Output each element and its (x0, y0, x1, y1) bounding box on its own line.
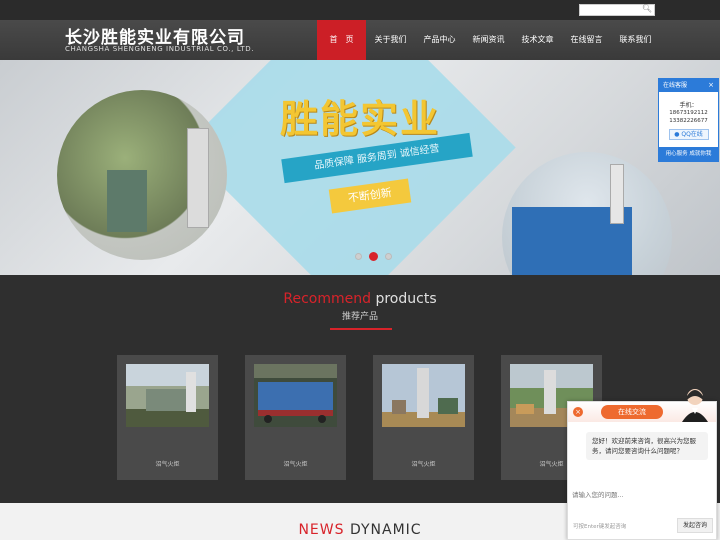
nav-message[interactable]: 在线留言 (562, 20, 611, 60)
product-image[interactable] (382, 364, 465, 427)
recommend-underline (330, 328, 392, 330)
recommend-heading: Recommend products 推荐产品 (0, 291, 720, 322)
news-title-rest: DYNAMIC (344, 522, 422, 538)
hero-banner[interactable]: 胜能实业 品质保障 服务周到 诚信经营 不断创新 (0, 60, 720, 275)
carousel-dot[interactable] (355, 253, 362, 260)
service-phone-2: 13382226677 (669, 118, 708, 124)
carousel-dot-active[interactable] (369, 252, 378, 261)
chat-hint: 可按Enter键发起咨询 (573, 524, 627, 530)
online-service-panel: 在线客服 × 手机： 18673192112 13382226677 ● QQ在… (658, 78, 719, 162)
product-image[interactable] (254, 364, 337, 427)
recommend-subtitle: 推荐产品 (341, 312, 378, 322)
recommend-title-rest: products (371, 291, 437, 307)
product-name[interactable]: 沼气火炬 (373, 459, 474, 468)
nav-about[interactable]: 关于我们 (366, 20, 415, 60)
chat-send-button[interactable]: 发起咨询 (677, 518, 713, 533)
top-bar: 🔍︎ (0, 0, 720, 20)
service-footer: 用心服务 成就你我 (659, 147, 718, 161)
banner-photo-left (57, 90, 227, 260)
carousel-dot[interactable] (385, 253, 392, 260)
product-name[interactable]: 沼气火炬 (245, 459, 346, 468)
logo-english: CHANGSHA SHENGNENG INDUSTRIAL CO., LTD. (65, 45, 255, 53)
service-phone-label: 手机： (679, 102, 698, 109)
banner-title: 胜能实业 (280, 97, 441, 141)
nav-home[interactable]: 首 页 (317, 20, 366, 60)
chat-input[interactable] (572, 489, 712, 501)
search-icon[interactable]: 🔍︎ (642, 4, 652, 13)
chat-greeting: 您好！欢迎前来咨询，很高兴为您服务，请问您要咨询什么问题呢？ (586, 432, 708, 460)
close-icon[interactable]: × (708, 79, 714, 92)
recommend-title-red: Recommend (283, 291, 372, 307)
chat-tab[interactable]: 在线交流 (601, 405, 663, 419)
chat-widget: × 在线交流 您好！欢迎前来咨询，很高兴为您服务，请问您要咨询什么问题呢？ 可按… (567, 389, 717, 540)
product-card[interactable]: 沼气火炬 (373, 355, 474, 480)
product-image[interactable] (126, 364, 209, 427)
carousel-dots (355, 252, 392, 261)
product-card[interactable]: 沼气火炬 (245, 355, 346, 480)
search-box[interactable]: 🔍︎ (579, 4, 655, 16)
nav-contact[interactable]: 联系我们 (611, 20, 660, 60)
service-phone-1: 18673192112 (669, 110, 708, 116)
qq-online-button[interactable]: ● QQ在线 (668, 129, 709, 140)
qq-label: QQ在线 (681, 131, 703, 138)
service-title: 在线客服 (663, 82, 688, 89)
tower-shape (187, 128, 209, 228)
chat-header: × 在线交流 (568, 389, 716, 422)
news-title-red: NEWS (298, 522, 345, 538)
main-nav: 首 页 关于我们 产品中心 新闻资讯 技术文章 在线留言 联系我们 (317, 20, 660, 60)
nav-products[interactable]: 产品中心 (415, 20, 464, 60)
product-card[interactable]: 沼气火炬 (117, 355, 218, 480)
product-name[interactable]: 沼气火炬 (117, 459, 218, 468)
close-icon[interactable]: × (573, 407, 583, 417)
banner-photo-right (502, 152, 672, 275)
stack-shape (610, 164, 624, 224)
nav-tech-articles[interactable]: 技术文章 (513, 20, 562, 60)
site-header: 长沙胜能实业有限公司 CHANGSHA SHENGNENG INDUSTRIAL… (0, 20, 720, 60)
nav-news[interactable]: 新闻资讯 (464, 20, 513, 60)
tank-shape (107, 170, 147, 232)
service-header: 在线客服 × (659, 79, 718, 92)
recommend-title: Recommend products (0, 291, 720, 307)
agent-avatar (682, 389, 708, 422)
